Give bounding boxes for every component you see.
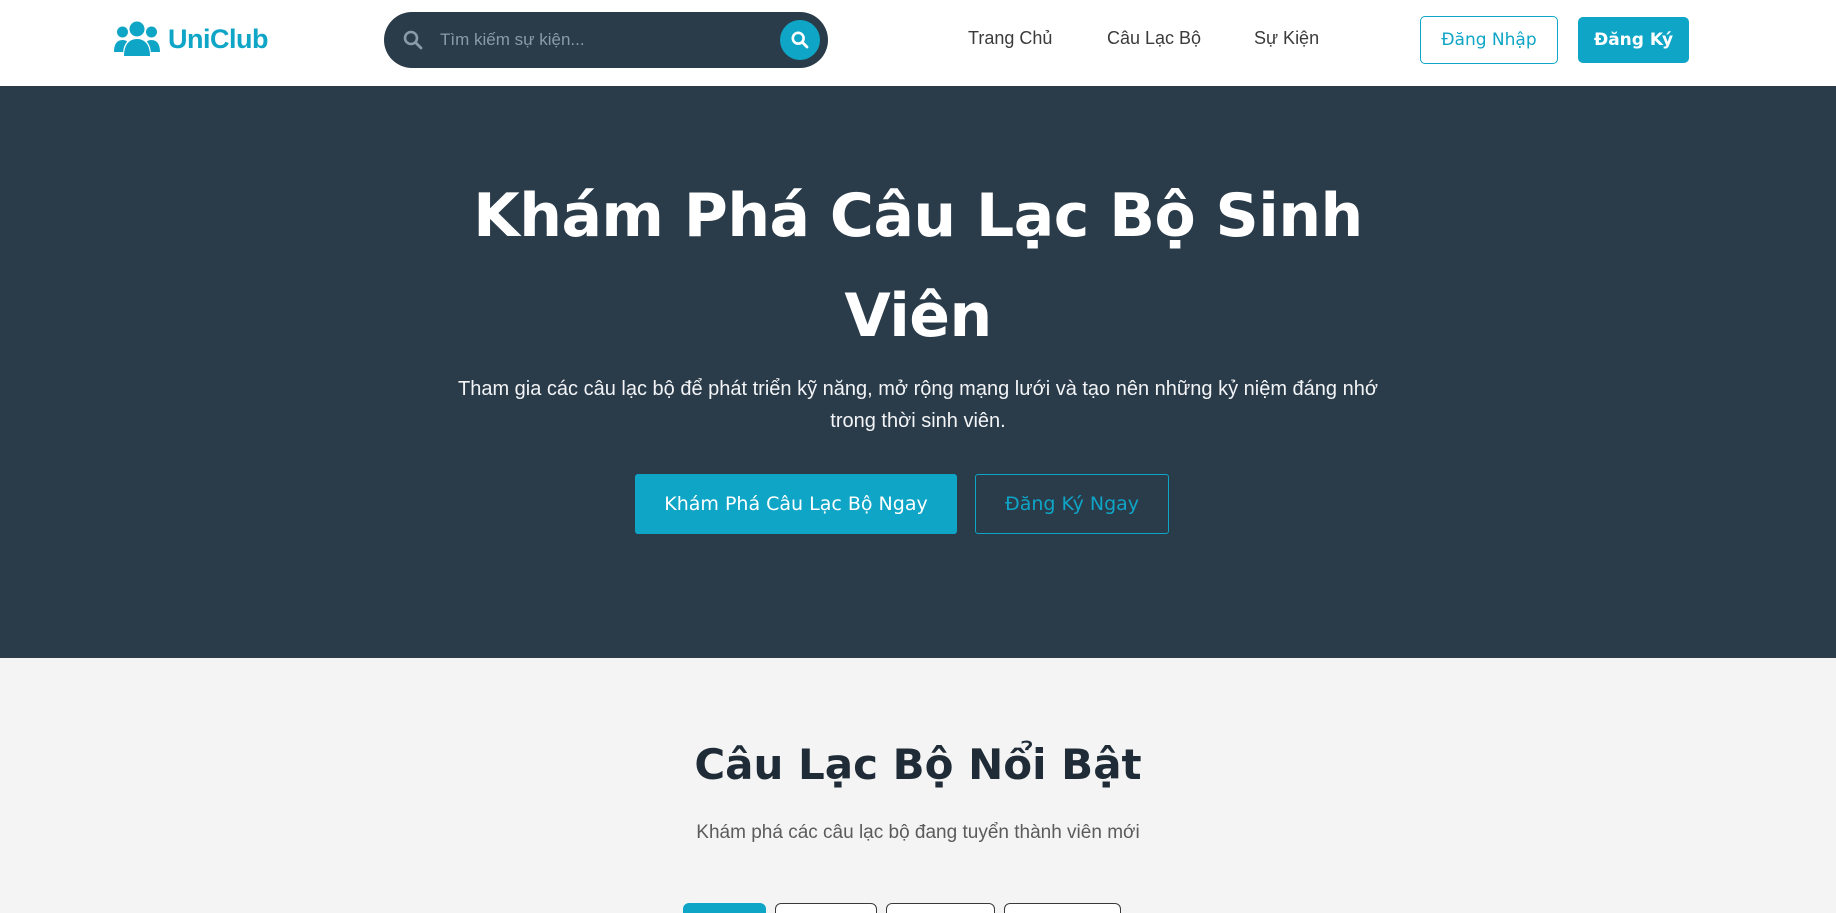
login-button[interactable]: Đăng Nhập <box>1420 16 1558 64</box>
filter-tabs <box>0 903 1836 913</box>
register-button[interactable]: Đăng Ký <box>1578 17 1689 63</box>
hero-section: Khám Phá Câu Lạc Bộ Sinh Viên Tham gia c… <box>0 86 1836 658</box>
search-bar <box>384 12 828 68</box>
section-title: Câu Lạc Bộ Nổi Bật <box>694 740 1142 789</box>
section-subtitle: Khám phá các câu lạc bộ đang tuyển thành… <box>696 822 1140 843</box>
filter-tab[interactable] <box>775 903 877 913</box>
logo-text: UniClub <box>168 23 268 54</box>
hero-title: Khám Phá Câu Lạc Bộ Sinh Viên <box>473 181 1363 351</box>
hero-subtitle: Tham gia các câu lạc bộ để phát triển kỹ… <box>458 378 1378 432</box>
users-icon <box>114 21 160 56</box>
register-now-button[interactable]: Đăng Ký Ngay <box>975 474 1169 534</box>
nav-link-clubs[interactable]: Câu Lạc Bộ <box>1107 28 1201 49</box>
filter-tab[interactable] <box>886 903 995 913</box>
search-input[interactable] <box>440 22 750 58</box>
logo[interactable]: UniClub <box>114 20 268 58</box>
explore-clubs-button[interactable]: Khám Phá Câu Lạc Bộ Ngay <box>635 474 957 534</box>
search-button[interactable] <box>780 20 820 60</box>
filter-tab[interactable] <box>1004 903 1121 913</box>
nav-link-home[interactable]: Trang Chủ <box>968 28 1052 49</box>
nav-link-events[interactable]: Sự Kiện <box>1254 28 1319 49</box>
search-icon <box>403 30 423 50</box>
filter-tab-active[interactable] <box>683 903 766 913</box>
search-icon <box>791 31 809 49</box>
navbar: UniClub Trang Chủ Câu Lạc Bộ Sự Kiện Đăn… <box>0 0 1836 86</box>
